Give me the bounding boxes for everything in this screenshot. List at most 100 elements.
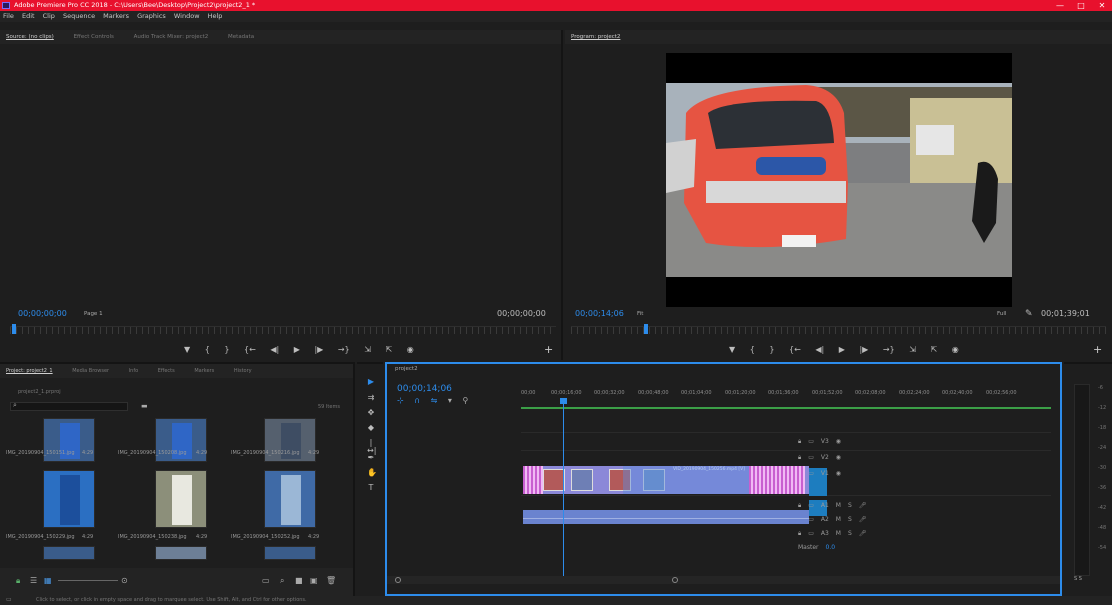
source-add-button[interactable]: + xyxy=(544,343,553,356)
track-header-a2[interactable]: 🔒︎▭A2MS🎤︎ xyxy=(798,516,873,524)
thumbnail-5[interactable] xyxy=(155,470,207,528)
close-button[interactable]: ✕ xyxy=(1092,0,1112,11)
insert-button[interactable]: ⇲ xyxy=(364,345,371,354)
program-export-frame-button[interactable]: ◉ xyxy=(952,345,959,354)
timeline-horizontal-scrollbar[interactable] xyxy=(387,576,1060,584)
lock-icon[interactable]: 🔒︎ xyxy=(16,576,20,586)
program-step-forward-button[interactable]: |▶ xyxy=(859,345,868,354)
timeline-ruler[interactable]: 00;00 00;00;16;00 00;00;32;00 00;00;48;0… xyxy=(521,390,1051,398)
go-to-in-button[interactable]: {← xyxy=(244,345,256,354)
menu-sequence[interactable]: Sequence xyxy=(63,12,95,20)
thumbnail-6[interactable] xyxy=(264,470,316,528)
automate-icon[interactable]: ▭ xyxy=(262,576,270,585)
program-add-marker-button[interactable]: ▼ xyxy=(729,345,735,354)
timeline-timecode[interactable]: 00;00;14;06 xyxy=(397,384,452,394)
export-frame-button[interactable]: ◉ xyxy=(407,345,414,354)
tab-metadata[interactable]: Metadata xyxy=(228,34,254,40)
track-header-v2[interactable]: 🔒︎ ▭ V2 ◉ xyxy=(798,454,848,462)
razor-tool-icon[interactable]: ◆ xyxy=(367,424,375,432)
page-selector[interactable]: Page 1 xyxy=(84,311,103,317)
pen-tool-icon[interactable]: ✒ xyxy=(367,454,375,462)
mark-out-button[interactable]: } xyxy=(224,345,229,354)
source-playhead[interactable] xyxy=(12,324,16,334)
tab-effects[interactable]: Effects xyxy=(158,368,175,374)
program-play-button[interactable]: ▶ xyxy=(839,345,845,354)
program-playhead[interactable] xyxy=(644,324,648,334)
scroll-handle-left[interactable] xyxy=(395,577,401,583)
add-marker-button[interactable]: ▼ xyxy=(184,345,190,354)
play-button[interactable]: ▶ xyxy=(294,345,300,354)
new-bin-footer-icon[interactable]: ■ xyxy=(295,576,303,585)
step-forward-button[interactable]: |▶ xyxy=(314,345,323,354)
new-bin-icon[interactable]: ▬ xyxy=(141,402,148,410)
menu-graphics[interactable]: Graphics xyxy=(137,12,166,20)
linked-selection-icon[interactable]: ⇋ xyxy=(431,396,438,405)
tab-history[interactable]: History xyxy=(234,368,252,374)
find-icon[interactable]: ⌕ xyxy=(280,576,284,586)
track-select-tool-icon[interactable]: ⇉ xyxy=(367,394,375,402)
track-header-v3[interactable]: 🔒︎ ▭ V3 ◉ xyxy=(798,438,848,446)
add-marker-icon[interactable]: ▾ xyxy=(448,396,452,405)
playhead-handle[interactable] xyxy=(560,398,567,404)
maximize-button[interactable]: □ xyxy=(1071,0,1091,11)
program-add-button[interactable]: + xyxy=(1093,343,1102,356)
program-step-back-button[interactable]: ◀| xyxy=(815,345,824,354)
extract-button[interactable]: ⇱ xyxy=(930,345,937,354)
program-go-to-in-button[interactable]: {← xyxy=(789,345,801,354)
snap-icon[interactable]: ∩ xyxy=(414,396,420,405)
thumbnail-8[interactable] xyxy=(155,546,207,560)
source-time-ruler[interactable] xyxy=(10,326,556,334)
timeline-playhead[interactable] xyxy=(563,400,564,580)
tab-audio-track-mixer[interactable]: Audio Track Mixer: project2 xyxy=(134,34,209,40)
thumbnail-4[interactable] xyxy=(43,470,95,528)
program-mark-in-button[interactable]: { xyxy=(750,345,755,354)
menu-help[interactable]: Help xyxy=(208,12,223,20)
settings-wrench-icon[interactable]: ✎ xyxy=(1025,309,1033,319)
thumbnail-9[interactable] xyxy=(264,546,316,560)
selection-tool-icon[interactable]: ▶ xyxy=(367,378,375,386)
track-header-a1[interactable]: 🔒︎ ▭ A1 M S 🎤︎ xyxy=(798,502,873,510)
ripple-edit-tool-icon[interactable]: ✥ xyxy=(367,409,375,417)
clear-icon[interactable]: 🗑︎ xyxy=(326,576,336,585)
sort-icon[interactable]: ⊙ xyxy=(121,576,128,585)
tab-source[interactable]: Source: (no clips) xyxy=(6,34,54,40)
icon-view-icon[interactable]: ▦ xyxy=(44,576,52,585)
step-back-button[interactable]: ◀| xyxy=(270,345,279,354)
nest-icon[interactable]: ⊹ xyxy=(397,396,404,405)
project-search-input[interactable] xyxy=(10,402,128,411)
new-item-icon[interactable]: ▣ xyxy=(310,576,318,585)
fit-dropdown[interactable]: Fit xyxy=(637,311,643,317)
menu-window[interactable]: Window xyxy=(174,12,200,20)
tab-media-browser[interactable]: Media Browser xyxy=(72,368,109,374)
program-mark-out-button[interactable]: } xyxy=(769,345,774,354)
tab-effect-controls[interactable]: Effect Controls xyxy=(74,34,114,40)
slip-tool-icon[interactable]: |↔| xyxy=(367,439,376,455)
zoom-slider[interactable] xyxy=(58,580,118,581)
go-to-out-button[interactable]: →} xyxy=(338,345,350,354)
video-clip-v1[interactable]: VID_20190904_150256.mp4 [V] xyxy=(523,466,809,494)
quality-dropdown[interactable]: Full xyxy=(997,311,1006,317)
program-go-to-out-button[interactable]: →} xyxy=(883,345,895,354)
solo-buttons[interactable]: S S xyxy=(1074,576,1082,582)
master-track-header[interactable]: Master 0.0 xyxy=(798,544,842,551)
menu-file[interactable]: File xyxy=(3,12,14,20)
source-timecode[interactable]: 00;00;00;00 xyxy=(18,309,67,318)
hand-tool-icon[interactable]: ✋ xyxy=(367,469,377,477)
type-tool-icon[interactable]: T xyxy=(367,484,375,492)
tab-program[interactable]: Program: project2 xyxy=(571,34,620,40)
audio-clip-a1[interactable] xyxy=(523,510,809,524)
tab-project[interactable]: Project: project2_1 xyxy=(6,368,53,374)
work-area-bar[interactable] xyxy=(521,407,1051,409)
thumbnail-7[interactable] xyxy=(43,546,95,560)
scroll-handle-right[interactable] xyxy=(672,577,678,583)
minimize-button[interactable]: — xyxy=(1050,0,1070,11)
program-time-ruler[interactable] xyxy=(571,326,1106,334)
tab-markers[interactable]: Markers xyxy=(194,368,214,374)
tab-info[interactable]: Info xyxy=(129,368,138,374)
list-view-icon[interactable]: ☰ xyxy=(30,576,37,585)
lift-button[interactable]: ⇲ xyxy=(909,345,916,354)
program-timecode[interactable]: 00;00;14;06 xyxy=(575,309,624,318)
track-header-a3[interactable]: 🔒︎ ▭ A3 M S 🎤︎ xyxy=(798,530,873,538)
mark-in-button[interactable]: { xyxy=(205,345,210,354)
timeline-settings-icon[interactable]: ⚲ xyxy=(462,396,468,405)
